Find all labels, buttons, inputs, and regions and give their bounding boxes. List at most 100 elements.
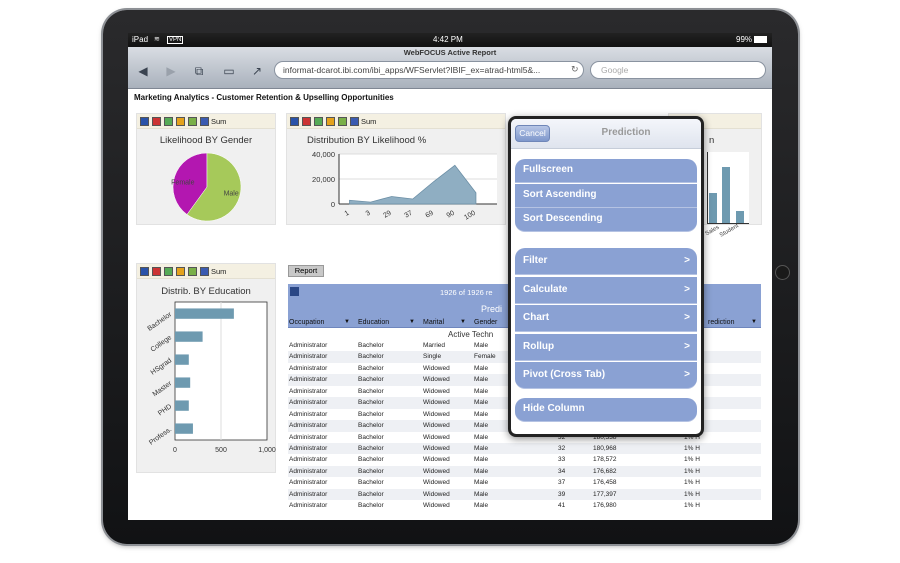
vpn-icon: VPN <box>167 36 184 44</box>
y-tick-label: 40,000 <box>312 150 335 159</box>
chart-icon[interactable] <box>176 117 185 126</box>
sort-arrow-icon[interactable]: ▼ <box>409 319 415 325</box>
table-cell: Bachelor <box>358 399 384 407</box>
table-row[interactable]: Administrator Bachelor Widowed Male 33 178,57… <box>288 454 761 465</box>
forward-arrow-icon[interactable]: ▶ <box>160 62 182 80</box>
chart-icon[interactable] <box>176 267 185 276</box>
table-cell: 1% H <box>684 502 700 510</box>
education-bar-chart[interactable]: BachelorCollege HSgrad Master PHD Profess.0 5… <box>137 298 277 474</box>
sort-arrow-icon[interactable]: ▼ <box>344 319 350 325</box>
table-row[interactable]: Administrator Bachelor Widowed Male 39 177,39… <box>288 488 761 501</box>
table-cell: Administrator <box>289 376 328 384</box>
bar <box>175 423 193 434</box>
table-cell: Bachelor <box>358 502 384 510</box>
battery-percent: 99% <box>736 35 753 44</box>
x-tick-label: 100 <box>463 210 477 222</box>
sort-arrow-icon[interactable]: ▼ <box>460 319 466 325</box>
tabs-icon[interactable]: ⧉ <box>188 62 210 80</box>
url-field[interactable]: informat-dcarot.ibi.com/ibi_apps/WFServl… <box>274 61 584 79</box>
bar[interactable] <box>722 167 730 223</box>
tick-label: Student <box>718 223 740 239</box>
table-row[interactable]: Administrator Bachelor Widowed Male 37 176,45… <box>288 477 761 488</box>
refresh-icon[interactable] <box>164 117 173 126</box>
menu-item-label: Filter <box>523 255 548 266</box>
pdf-icon[interactable] <box>152 267 161 276</box>
reload-icon[interactable]: ↻ <box>571 64 579 75</box>
sum-icon[interactable] <box>200 267 209 276</box>
table-cell: Widowed <box>423 410 450 418</box>
table-cell: Bachelor <box>358 387 384 395</box>
excel-icon[interactable] <box>338 117 347 126</box>
sum-icon[interactable] <box>200 117 209 126</box>
table-cell: Male <box>474 467 489 475</box>
menu-item-chart[interactable]: Chart > <box>515 305 697 332</box>
menu-item-fullscreen[interactable]: Fullscreen <box>515 159 697 183</box>
col-header[interactable]: Gender <box>474 319 497 326</box>
table-icon[interactable] <box>290 117 299 126</box>
table-cell: 37 <box>558 479 566 487</box>
table-cell: Widowed <box>423 376 450 384</box>
sort-arrow-icon[interactable]: ▼ <box>751 319 757 325</box>
menu-item-pivot-cross-tab[interactable]: Pivot (Cross Tab) > <box>515 362 697 389</box>
home-button[interactable] <box>775 265 790 280</box>
table-cell: Administrator <box>289 387 328 395</box>
back-arrow-icon[interactable]: ◀ <box>132 62 154 80</box>
pdf-icon[interactable] <box>302 117 311 126</box>
search-input[interactable]: Google <box>590 61 766 79</box>
refresh-icon[interactable] <box>164 267 173 276</box>
menu-item-sort-ascending[interactable]: Sort Ascending <box>515 183 697 208</box>
table-cell: Male <box>474 376 489 384</box>
x-tick-label: 500 <box>215 447 227 454</box>
bar <box>175 308 234 319</box>
table-cell: 32 <box>558 444 566 452</box>
table-cell: Bachelor <box>358 364 384 372</box>
col-header[interactable]: rediction <box>708 319 734 326</box>
bar[interactable] <box>709 193 717 223</box>
table-row[interactable]: Administrator Bachelor Widowed Male 32 180,96… <box>288 442 761 455</box>
table-row[interactable]: Administrator Bachelor Widowed Male 34 176,68… <box>288 465 761 478</box>
menu-item-calculate[interactable]: Calculate > <box>515 276 697 304</box>
table-icon[interactable] <box>140 267 149 276</box>
refresh-icon[interactable] <box>314 117 323 126</box>
cancel-button[interactable]: Cancel <box>515 125 550 142</box>
chart-icon[interactable] <box>326 117 335 126</box>
menu-item-rollup[interactable]: Rollup > <box>515 333 697 361</box>
table-cell: Bachelor <box>358 422 384 430</box>
bar[interactable] <box>736 211 744 223</box>
education-chart-title: Distrib. BY Education <box>161 286 251 297</box>
excel-icon[interactable] <box>188 267 197 276</box>
table-cell: Male <box>474 410 489 418</box>
col-header[interactable]: Education <box>358 319 389 326</box>
table-cell: 41 <box>558 502 566 510</box>
table-row[interactable]: Administrator Bachelor Widowed Male 41 176,98… <box>288 500 761 511</box>
wifi-icon: ≋ <box>154 36 160 43</box>
report-tab[interactable]: Report <box>288 265 324 277</box>
occupation-bar-chart[interactable] <box>707 152 749 224</box>
group-label: Predi <box>481 304 503 314</box>
table-cell: Female <box>474 353 496 361</box>
bookmarks-icon[interactable]: ▭ <box>218 62 240 80</box>
table-cell: Widowed <box>423 456 450 464</box>
gender-pie-chart[interactable]: Female Male <box>162 152 252 222</box>
table-cell: Administrator <box>289 342 328 349</box>
col-header[interactable]: Marital <box>423 319 444 326</box>
table-icon[interactable] <box>140 117 149 126</box>
pdf-icon[interactable] <box>152 117 161 126</box>
share-icon[interactable]: ↗ <box>246 62 268 80</box>
sum-label[interactable]: Sum <box>211 267 226 276</box>
excel-icon[interactable] <box>188 117 197 126</box>
grid-menu-icon[interactable] <box>290 287 299 296</box>
distribution-area-chart[interactable]: 40,000 20,000 0 1 3 29 37 69 90 100 <box>287 146 507 226</box>
table-cell: Administrator <box>289 467 328 475</box>
panel-toolbar: Sum <box>137 114 275 129</box>
menu-item-hide-column[interactable]: Hide Column <box>515 398 697 422</box>
sum-icon[interactable] <box>350 117 359 126</box>
col-header[interactable]: Occupation <box>289 319 324 326</box>
sum-label[interactable]: Sum <box>211 117 226 126</box>
menu-item-filter[interactable]: Filter > <box>515 248 697 275</box>
sum-label[interactable]: Sum <box>361 117 376 126</box>
y-tick-label: Bachelor <box>146 311 173 333</box>
table-cell: Bachelor <box>358 342 384 349</box>
menu-item-sort-descending[interactable]: Sort Descending <box>515 208 697 232</box>
table-cell: Bachelor <box>358 479 384 487</box>
